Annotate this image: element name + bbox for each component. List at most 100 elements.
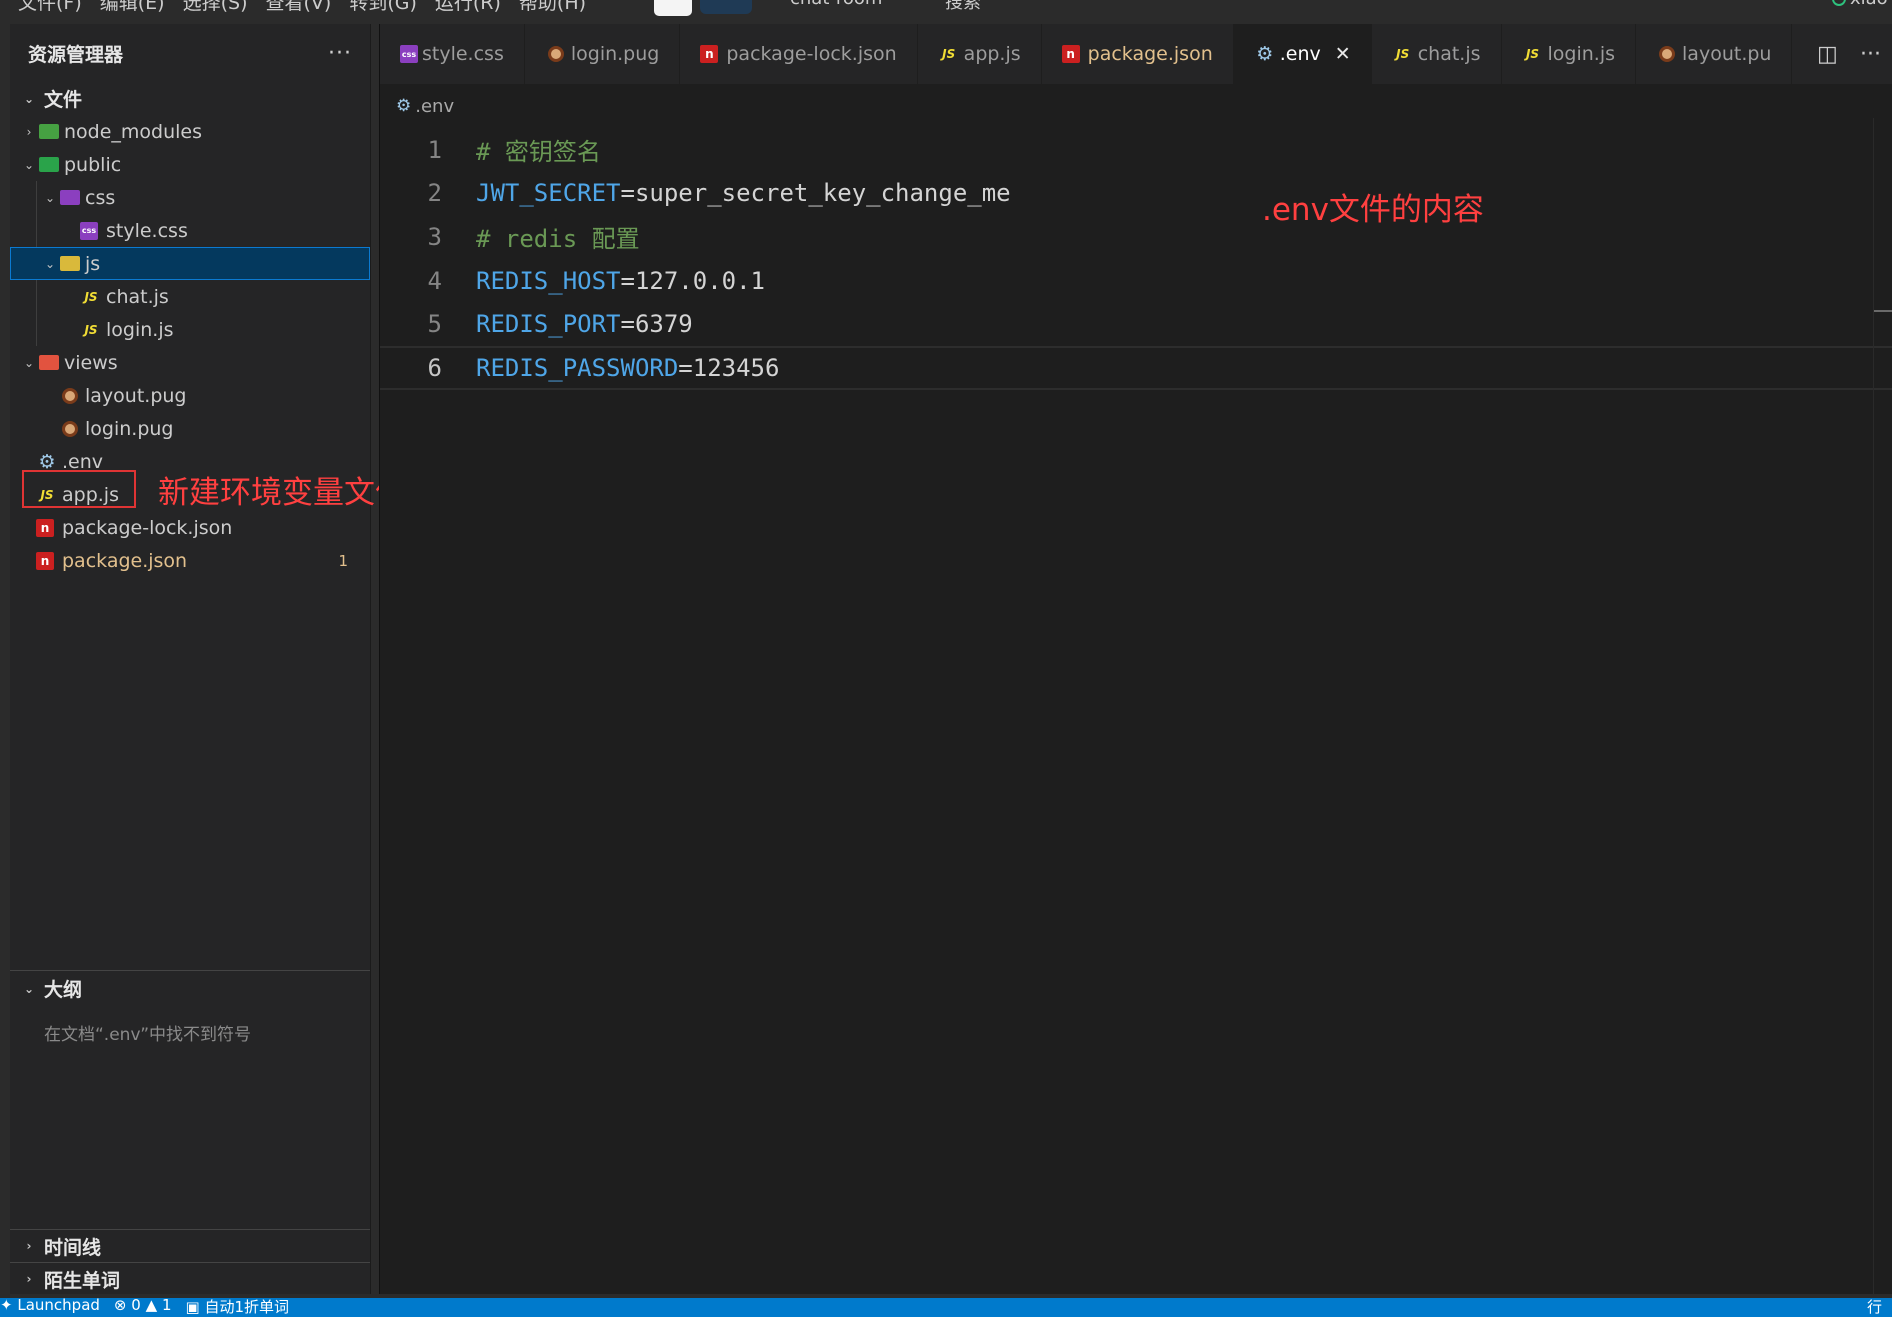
menu-run[interactable]: 运行(R) xyxy=(435,0,501,15)
annotation-env-content: .env文件的内容 xyxy=(1262,192,1484,228)
explorer-sidebar: 资源管理器 ··· ⌄ 文件 › node_modules ⌄ public ⌄… xyxy=(10,24,406,1295)
menu-go[interactable]: 转到(G) xyxy=(349,0,417,15)
folder-section-header[interactable]: ⌄ 文件 xyxy=(10,82,370,115)
tree-item-login-pug[interactable]: login.pug xyxy=(10,412,370,445)
line-number: 1 xyxy=(427,135,442,164)
translate-icon: ▣ xyxy=(185,1298,200,1316)
close-icon[interactable]: ✕ xyxy=(1335,43,1351,65)
more-actions-icon[interactable]: ··· xyxy=(1860,42,1881,67)
tree-item-node-modules[interactable]: › node_modules xyxy=(10,115,370,148)
tree-item-layout-pug[interactable]: layout.pug xyxy=(10,379,370,412)
tab-chat-js[interactable]: JS chat.js xyxy=(1372,24,1502,84)
tree-item-css[interactable]: ⌄ css xyxy=(10,181,370,214)
line-number: 4 xyxy=(427,266,442,295)
editor-tab-bar: css style.css login.pug n package-lock.j… xyxy=(380,24,1892,84)
css-file-icon: css xyxy=(400,45,418,63)
launchpad-icon: ✦ xyxy=(0,1298,13,1314)
tab-package-lock-json[interactable]: n package-lock.json xyxy=(680,24,918,84)
tree-item-chat-js[interactable]: JS chat.js xyxy=(10,280,370,313)
folder-views-icon xyxy=(39,355,59,370)
tree-item-label: node_modules xyxy=(64,120,203,143)
annotation-new-env-file: 新建环境变量文件 xyxy=(158,475,406,511)
tab-login-pug[interactable]: login.pug xyxy=(525,24,681,84)
tree-item-label: login.js xyxy=(106,318,174,341)
explorer-title: 资源管理器 xyxy=(28,43,124,66)
code-line: 3 # redis 配置 xyxy=(380,215,1892,259)
menu-help[interactable]: 帮助(H) xyxy=(519,0,586,15)
env-key: REDIS_PORT xyxy=(476,310,621,339)
code-line: 2 JWT_SECRET=super_secret_key_change_me xyxy=(380,172,1892,216)
explorer-header: 资源管理器 ··· xyxy=(10,24,370,82)
code-line: 4 REDIS_HOST=127.0.0.1 xyxy=(380,259,1892,303)
problems-item[interactable]: ⊗ 0 ▲ 1 xyxy=(114,1298,172,1317)
timeline-section-header[interactable]: › 时间线 xyxy=(10,1229,370,1262)
menu-edit[interactable]: 编辑(E) xyxy=(100,0,165,15)
tree-item-login-js[interactable]: JS login.js xyxy=(10,313,370,346)
tab-label: login.pug xyxy=(570,43,660,65)
chevron-right-icon: › xyxy=(26,1239,32,1253)
tab-app-js[interactable]: JS app.js xyxy=(918,24,1042,84)
code-comment: # redis 配置 xyxy=(476,225,640,254)
error-count: 0 xyxy=(131,1298,141,1314)
layout-pill-button[interactable] xyxy=(700,0,752,14)
launchpad-label: Launchpad xyxy=(17,1298,100,1314)
section-divider xyxy=(10,970,370,971)
tree-item-label: css xyxy=(85,186,116,209)
tree-item-label: chat.js xyxy=(106,285,169,308)
vocab-title: 陌生单词 xyxy=(44,1269,121,1292)
code-editor[interactable]: 1 # 密钥签名 2 JWT_SECRET=super_secret_key_c… xyxy=(380,128,1892,390)
tab-label: layout.pu xyxy=(1682,43,1772,65)
tree-item-public[interactable]: ⌄ public xyxy=(10,148,370,181)
command-search-input[interactable]: 搜索 xyxy=(945,0,981,14)
split-editor-icon[interactable]: ◫ xyxy=(1817,42,1838,67)
line-number: 3 xyxy=(427,222,442,251)
vocab-section-header[interactable]: › 陌生单词 xyxy=(10,1262,370,1295)
tab-style-css[interactable]: css style.css xyxy=(380,24,525,84)
annotation-highlight-box xyxy=(22,470,136,508)
more-actions-icon[interactable]: ··· xyxy=(328,41,352,66)
tab-label: style.css xyxy=(422,43,504,65)
chevron-down-icon: ⌄ xyxy=(23,981,35,996)
tab-env[interactable]: ⚙ .env ✕ xyxy=(1233,24,1372,84)
outline-title: 大纲 xyxy=(44,979,83,1001)
code-line: 5 REDIS_PORT=6379 xyxy=(380,302,1892,346)
tab-package-json[interactable]: n package.json xyxy=(1042,24,1234,84)
menu-selection[interactable]: 选择(S) xyxy=(183,0,248,15)
tab-label: chat.js xyxy=(1417,43,1481,65)
editor-actions: ◫ ··· xyxy=(1806,24,1892,84)
launchpad-item[interactable]: ✦ Launchpad xyxy=(0,1298,100,1317)
tree-item-views[interactable]: ⌄ views xyxy=(10,346,370,379)
line-number: 5 xyxy=(427,310,442,339)
env-key: REDIS_HOST xyxy=(476,266,621,295)
npm-file-icon: n xyxy=(36,551,54,570)
line-number: 6 xyxy=(427,353,442,382)
problem-count-badge: 1 xyxy=(338,551,348,570)
menu-view[interactable]: 查看(V) xyxy=(266,0,332,15)
chevron-down-icon: ⌄ xyxy=(44,190,56,205)
tab-layout-pug[interactable]: layout.pu xyxy=(1636,24,1793,84)
menu-file[interactable]: 文件(F) xyxy=(18,0,82,15)
tree-item-package-json[interactable]: n package.json 1 xyxy=(10,544,370,577)
account-name[interactable]: xiao xyxy=(1850,0,1888,9)
scrollbar-marker[interactable] xyxy=(1874,310,1892,312)
tree-item-js[interactable]: ⌄ js xyxy=(10,247,370,280)
outline-empty-message: 在文档“.env”中找不到符号 xyxy=(44,1025,252,1045)
translate-item[interactable]: ▣ 自动1折单词 xyxy=(185,1298,289,1317)
css-file-icon: css xyxy=(80,221,98,240)
app-logo-icon xyxy=(654,0,692,16)
tab-login-js[interactable]: JS login.js xyxy=(1502,24,1637,84)
account-status-icon xyxy=(1832,0,1846,6)
title-bar: 文件(F) 编辑(E) 选择(S) 查看(V) 转到(G) 运行(R) 帮助(H… xyxy=(0,0,1892,22)
tab-label: .env xyxy=(1279,43,1321,65)
tree-item-package-lock-json[interactable]: n package-lock.json xyxy=(10,511,370,544)
breadcrumb[interactable]: ⚙ .env xyxy=(396,90,454,122)
outline-section-header[interactable]: ⌄ 大纲 xyxy=(10,972,370,1005)
js-file-icon: JS xyxy=(942,47,956,61)
translate-label: 自动1折单词 xyxy=(204,1298,289,1316)
tree-item-style-css[interactable]: css style.css xyxy=(10,214,370,247)
npm-file-icon: n xyxy=(36,518,54,537)
tree-item-label: login.pug xyxy=(85,417,174,440)
warning-icon: ▲ xyxy=(145,1298,158,1314)
npm-file-icon: n xyxy=(1061,45,1080,63)
cursor-position[interactable]: 行 xyxy=(1867,1298,1882,1317)
